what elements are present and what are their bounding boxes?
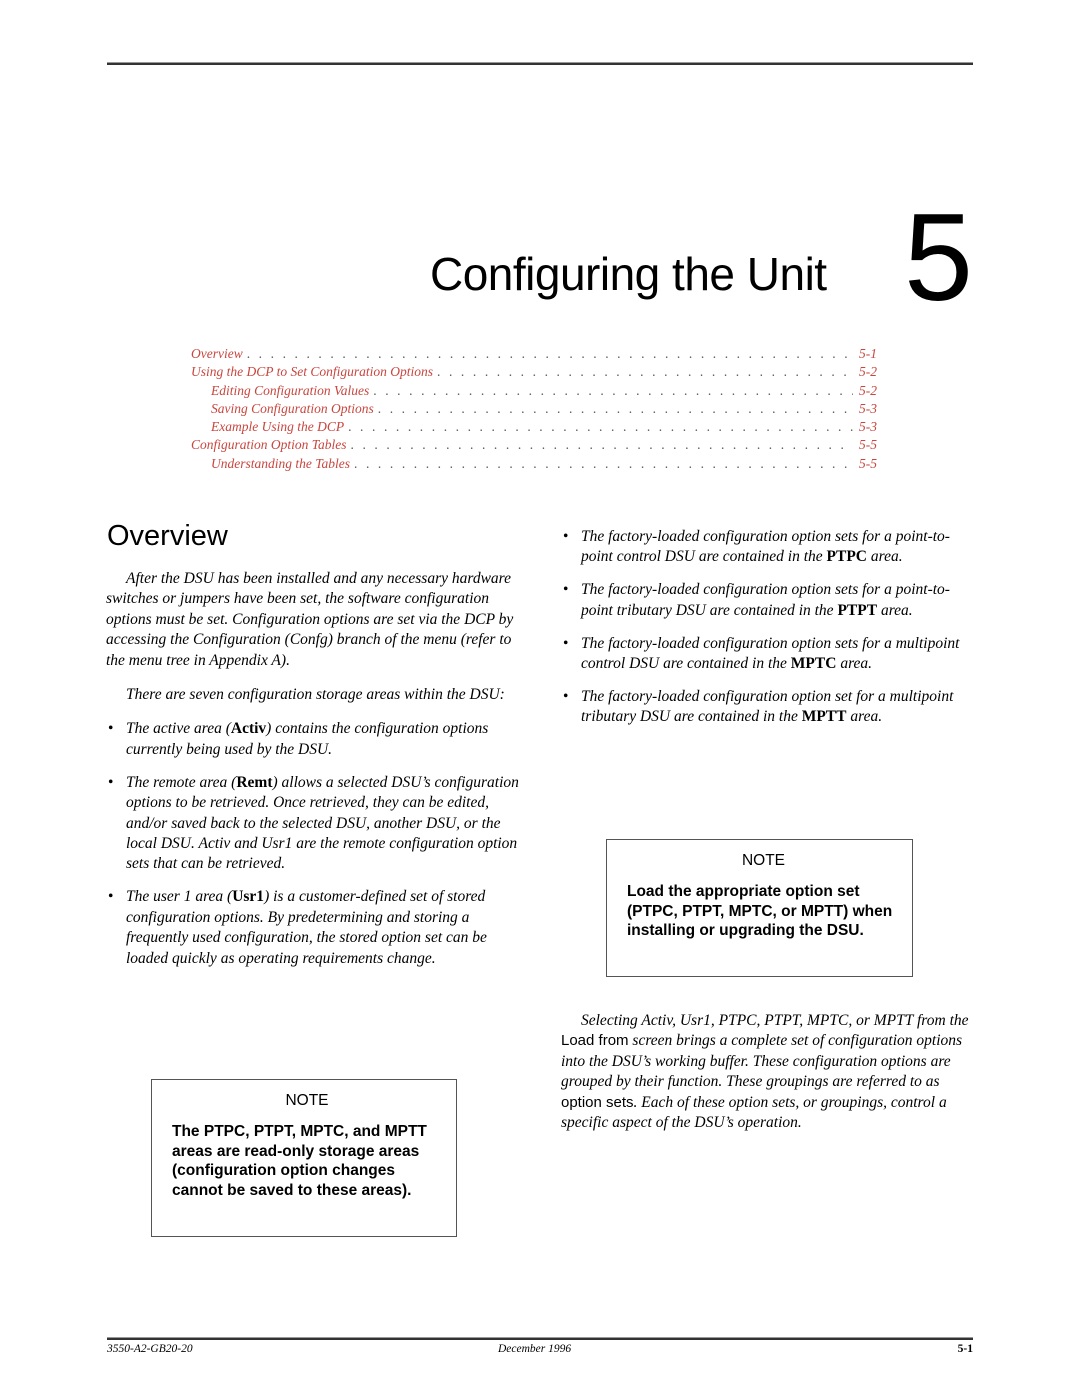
- storage-area-list: The active area (Activ) contains the con…: [106, 719, 521, 968]
- toc-label[interactable]: Understanding the Tables: [211, 456, 354, 472]
- list-item: The factory-loaded configuration option …: [561, 687, 981, 728]
- toc-entry-saving-options[interactable]: Saving Configuration Options 5-3: [191, 401, 877, 419]
- term-option-sets: option sets: [561, 1093, 634, 1111]
- closing-paragraph-container: Selecting Activ, Usr1, PTPC, PTPT, MPTC,…: [561, 1011, 981, 1147]
- toc-leader-dots: [247, 346, 853, 362]
- list-item: The factory-loaded configuration option …: [561, 634, 981, 675]
- toc-entry-editing-values[interactable]: Editing Configuration Values 5-2: [191, 383, 877, 401]
- note-box-read-only: NOTE The PTPC, PTPT, MPTC, and MPTT area…: [151, 1079, 457, 1237]
- toc-leader-dots: [351, 437, 853, 453]
- header-rule: [107, 62, 973, 65]
- toc-leader-dots: [437, 364, 853, 380]
- toc-page[interactable]: 5-5: [853, 456, 877, 472]
- section-title: Overview: [107, 520, 228, 552]
- toc-page[interactable]: 5-3: [853, 419, 877, 435]
- footer-date: December 1996: [498, 1343, 572, 1355]
- footer-doc-number: 3550-A2-GB20-20: [107, 1343, 193, 1355]
- list-item: The active area (Activ) contains the con…: [106, 719, 521, 760]
- note-body: The PTPC, PTPT, MPTC, and MPTT areas are…: [172, 1123, 427, 1199]
- toc-entry-using-dcp[interactable]: Using the DCP to Set Configuration Optio…: [191, 364, 877, 382]
- screen-name: Load from: [561, 1032, 629, 1050]
- factory-area-list: The factory-loaded configuration option …: [561, 527, 981, 728]
- note-body: Load the appropriate option set (PTPC, P…: [627, 883, 893, 939]
- toc-entry-option-tables[interactable]: Configuration Option Tables 5-5: [191, 437, 877, 455]
- left-column: After the DSU has been installed and any…: [106, 569, 521, 981]
- toc-label[interactable]: Configuration Option Tables: [191, 437, 351, 453]
- closing-paragraph: Selecting Activ, Usr1, PTPC, PTPT, MPTC,…: [561, 1012, 969, 1132]
- toc-entry-example-dcp[interactable]: Example Using the DCP 5-3: [191, 419, 877, 437]
- right-column: The factory-loaded configuration option …: [561, 527, 981, 740]
- chapter-title: Configuring the Unit: [430, 248, 827, 300]
- toc-page[interactable]: 5-2: [853, 364, 877, 380]
- toc-leader-dots: [348, 419, 853, 435]
- footer-page-number: 5-1: [957, 1343, 973, 1355]
- list-item: The factory-loaded configuration option …: [561, 580, 981, 621]
- chapter-number: 5: [904, 189, 973, 327]
- list-item: The factory-loaded configuration option …: [561, 527, 981, 568]
- note-heading: NOTE: [741, 852, 786, 869]
- storage-intro-paragraph: There are seven configuration storage ar…: [126, 686, 505, 704]
- toc-page[interactable]: 5-3: [853, 401, 877, 417]
- footer-rule: [107, 1337, 973, 1340]
- toc-page[interactable]: 5-5: [853, 437, 877, 453]
- toc-entry-understanding-tables[interactable]: Understanding the Tables 5-5: [191, 456, 877, 474]
- list-item: The user 1 area (Usr1) is a customer-def…: [106, 887, 521, 969]
- toc-page[interactable]: 5-2: [853, 383, 877, 399]
- toc-label[interactable]: Example Using the DCP: [211, 419, 348, 435]
- table-of-contents: Overview 5-1 Using the DCP to Set Config…: [191, 346, 877, 474]
- toc-page[interactable]: 5-1: [853, 346, 877, 362]
- toc-entry-overview[interactable]: Overview 5-1: [191, 346, 877, 364]
- toc-label[interactable]: Saving Configuration Options: [211, 401, 378, 417]
- toc-label[interactable]: Editing Configuration Values: [211, 383, 373, 399]
- toc-label[interactable]: Using the DCP to Set Configuration Optio…: [191, 364, 437, 380]
- toc-leader-dots: [378, 401, 853, 417]
- list-item: The remote area (Remt) allows a selected…: [106, 773, 521, 875]
- note-heading: NOTE: [285, 1092, 329, 1109]
- toc-leader-dots: [373, 383, 853, 399]
- toc-leader-dots: [354, 456, 853, 472]
- intro-paragraph: After the DSU has been installed and any…: [106, 570, 514, 669]
- toc-label[interactable]: Overview: [191, 346, 247, 362]
- note-box-load-option-set: NOTE Load the appropriate option set (PT…: [606, 839, 913, 977]
